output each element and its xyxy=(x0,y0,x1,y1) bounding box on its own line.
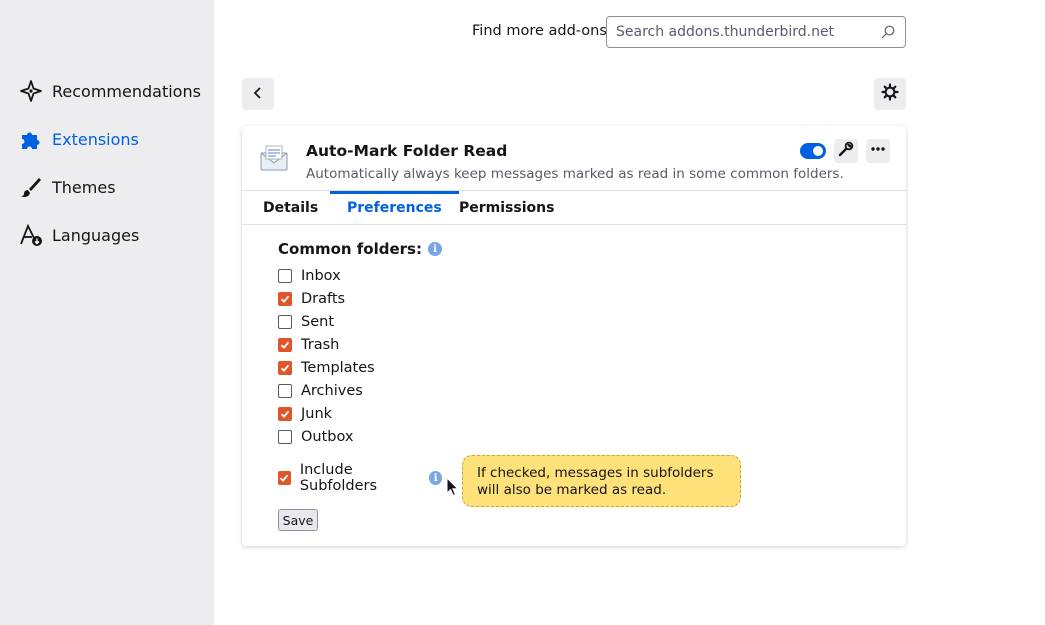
more-horizontal-icon xyxy=(870,141,886,161)
addon-name: Auto-Mark Folder Read xyxy=(306,142,508,160)
info-icon[interactable]: i xyxy=(428,242,442,256)
checkmark-icon xyxy=(280,410,290,418)
folder-option-inbox[interactable]: Inbox xyxy=(278,266,341,286)
gear-icon xyxy=(881,83,899,105)
checkbox[interactable] xyxy=(278,269,292,283)
checkbox-label: Junk xyxy=(301,406,333,422)
checkbox[interactable] xyxy=(278,315,292,329)
checkbox-label: Include Subfolders xyxy=(299,462,378,494)
common-folders-heading: Common folders: i xyxy=(278,240,442,258)
recommendations-sparkle-icon xyxy=(18,78,44,104)
find-more-addons-label: Find more add-ons xyxy=(472,23,607,39)
include-subfolders-option[interactable]: Include Subfolders i xyxy=(278,462,442,494)
checkbox[interactable] xyxy=(278,430,292,444)
sidebar-item-themes[interactable]: Themes xyxy=(18,171,116,203)
subfolders-tooltip: If checked, messages in subfolders will … xyxy=(462,455,741,507)
checkbox-label: Trash xyxy=(301,337,340,353)
folder-option-outbox[interactable]: Outbox xyxy=(278,427,354,447)
folder-option-junk[interactable]: Junk xyxy=(278,404,332,424)
checkbox-label: Outbox xyxy=(301,429,354,445)
wrench-icon xyxy=(838,141,854,161)
checkmark-icon xyxy=(280,341,290,349)
folder-option-archives[interactable]: Archives xyxy=(278,381,363,401)
checkbox[interactable] xyxy=(278,361,292,375)
addon-envelope-icon xyxy=(260,144,288,172)
chevron-left-icon xyxy=(251,85,265,104)
toggle-knob xyxy=(813,146,823,156)
checkmark-icon xyxy=(280,364,290,372)
checkbox-label: Archives xyxy=(301,383,363,399)
addon-more-options-button[interactable] xyxy=(866,139,890,163)
checkbox[interactable] xyxy=(278,292,292,306)
sidebar-item-label: Extensions xyxy=(52,129,139,149)
language-icon xyxy=(18,222,44,248)
back-button[interactable] xyxy=(242,78,274,110)
save-button[interactable]: Save xyxy=(278,509,318,531)
checkbox[interactable] xyxy=(278,384,292,398)
common-folders-label: Common folders: xyxy=(278,240,422,258)
folder-option-drafts[interactable]: Drafts xyxy=(278,289,345,309)
tooltip-line: If checked, messages in subfolders xyxy=(477,465,714,481)
puzzle-piece-icon xyxy=(18,126,44,152)
tab-preferences[interactable]: Preferences xyxy=(330,191,459,225)
checkbox-label: Inbox xyxy=(301,268,341,284)
folder-option-sent[interactable]: Sent xyxy=(278,312,334,332)
paintbrush-icon xyxy=(18,174,44,200)
search-icon[interactable] xyxy=(880,24,896,40)
checkbox-label: Drafts xyxy=(301,291,346,307)
checkbox-label: Sent xyxy=(301,314,335,330)
checkbox-label: Templates xyxy=(301,360,375,376)
sidebar: Recommendations Extensions Themes Langua… xyxy=(0,0,214,625)
tools-settings-button[interactable] xyxy=(874,78,906,110)
sidebar-item-label: Recommendations xyxy=(52,81,201,101)
checkmark-icon xyxy=(280,474,289,482)
mouse-pointer-icon xyxy=(446,476,460,497)
folder-option-templates[interactable]: Templates xyxy=(278,358,375,378)
checkbox[interactable] xyxy=(278,338,292,352)
tab-details[interactable]: Details xyxy=(246,191,335,225)
checkmark-icon xyxy=(280,295,290,303)
checkbox[interactable] xyxy=(278,407,292,421)
sidebar-item-label: Languages xyxy=(52,225,140,245)
tooltip-line: will also be marked as read. xyxy=(477,482,667,498)
addon-preferences-button[interactable] xyxy=(834,139,858,163)
sidebar-item-recommendations[interactable]: Recommendations xyxy=(18,75,201,107)
addon-enable-toggle[interactable] xyxy=(800,143,826,159)
search-input[interactable] xyxy=(616,24,880,40)
checkbox[interactable] xyxy=(278,471,291,485)
preferences-panel: Common folders: i Inbox Drafts Sent Tras… xyxy=(278,240,442,494)
sidebar-item-languages[interactable]: Languages xyxy=(18,219,139,251)
addon-description: Automatically always keep messages marke… xyxy=(306,166,844,182)
sidebar-item-extensions[interactable]: Extensions xyxy=(18,123,139,155)
info-icon[interactable]: i xyxy=(429,471,442,485)
folder-option-trash[interactable]: Trash xyxy=(278,335,339,355)
tab-permissions[interactable]: Permissions xyxy=(442,191,571,225)
addon-tabs: Details Preferences Permissions xyxy=(242,190,906,225)
sidebar-item-label: Themes xyxy=(52,177,116,197)
addons-search-box[interactable] xyxy=(606,16,906,48)
